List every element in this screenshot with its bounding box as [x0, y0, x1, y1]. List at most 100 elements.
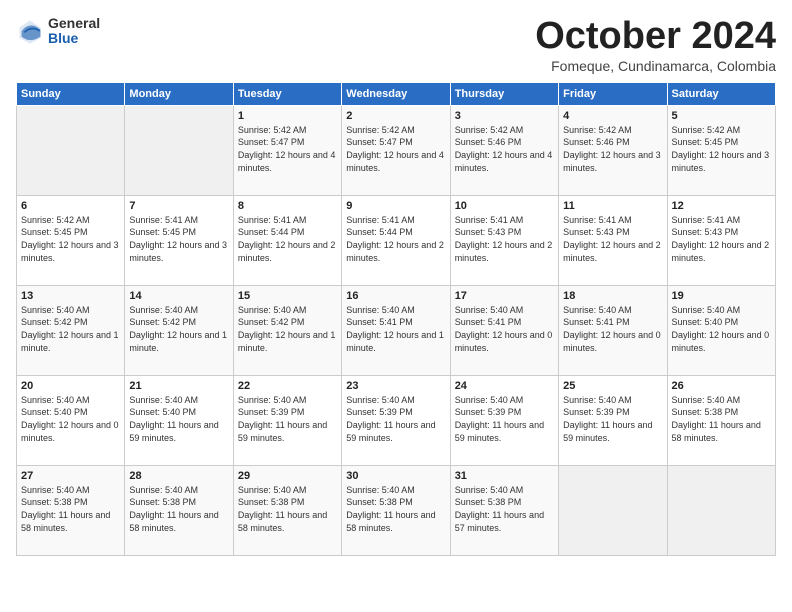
calendar-cell: 9 Sunrise: 5:41 AM Sunset: 5:44 PM Daylig…	[342, 195, 450, 285]
day-content: Sunrise: 5:42 AM Sunset: 5:47 PM Dayligh…	[238, 124, 337, 174]
weekday-header-thursday: Thursday	[450, 82, 558, 105]
day-content: Sunrise: 5:41 AM Sunset: 5:43 PM Dayligh…	[455, 214, 554, 264]
calendar-cell: 29 Sunrise: 5:40 AM Sunset: 5:38 PM Dayli…	[233, 465, 341, 555]
calendar-week-row: 20Sunrise: 5:40 AM Sunset: 5:40 PM Dayli…	[17, 375, 776, 465]
day-content: Sunrise: 5:40 AM Sunset: 5:40 PM Dayligh…	[21, 394, 120, 444]
day-number: 26	[672, 380, 771, 392]
day-content: Sunrise: 5:41 AM Sunset: 5:43 PM Dayligh…	[563, 214, 662, 264]
day-number: 16	[346, 290, 445, 302]
day-content: Sunrise: 5:40 AM Sunset: 5:38 PM Dayligh…	[672, 394, 771, 444]
day-content: Sunrise: 5:42 AM Sunset: 5:45 PM Dayligh…	[672, 124, 771, 174]
page-header: General Blue October 2024 Fomeque, Cundi…	[16, 16, 776, 74]
day-number: 14	[129, 290, 228, 302]
day-number: 13	[21, 290, 120, 302]
day-number: 2	[346, 110, 445, 122]
location-subtitle: Fomeque, Cundinamarca, Colombia	[535, 58, 776, 74]
logo-text: General Blue	[48, 16, 100, 47]
calendar-cell: 14 Sunrise: 5:40 AM Sunset: 5:42 PM Dayli…	[125, 285, 233, 375]
calendar-week-row: 6Sunrise: 5:42 AM Sunset: 5:45 PM Daylig…	[17, 195, 776, 285]
calendar-cell: 26 Sunrise: 5:40 AM Sunset: 5:38 PM Dayli…	[667, 375, 775, 465]
calendar-cell: 24 Sunrise: 5:40 AM Sunset: 5:39 PM Dayli…	[450, 375, 558, 465]
day-number: 22	[238, 380, 337, 392]
calendar-table: SundayMondayTuesdayWednesdayThursdayFrid…	[16, 82, 776, 556]
day-number: 18	[563, 290, 662, 302]
day-content: Sunrise: 5:40 AM Sunset: 5:40 PM Dayligh…	[129, 394, 228, 444]
calendar-cell: 7Sunrise: 5:41 AM Sunset: 5:45 PM Daylig…	[125, 195, 233, 285]
calendar-cell: 19 Sunrise: 5:40 AM Sunset: 5:40 PM Dayli…	[667, 285, 775, 375]
day-number: 28	[129, 470, 228, 482]
calendar-cell: 2 Sunrise: 5:42 AM Sunset: 5:47 PM Daylig…	[342, 105, 450, 195]
calendar-cell: 25 Sunrise: 5:40 AM Sunset: 5:39 PM Dayli…	[559, 375, 667, 465]
day-number: 11	[563, 200, 662, 212]
day-content: Sunrise: 5:40 AM Sunset: 5:39 PM Dayligh…	[346, 394, 445, 444]
day-content: Sunrise: 5:40 AM Sunset: 5:41 PM Dayligh…	[346, 304, 445, 354]
day-content: Sunrise: 5:40 AM Sunset: 5:38 PM Dayligh…	[238, 484, 337, 534]
calendar-cell: 16 Sunrise: 5:40 AM Sunset: 5:41 PM Dayli…	[342, 285, 450, 375]
day-content: Sunrise: 5:40 AM Sunset: 5:38 PM Dayligh…	[455, 484, 554, 534]
day-number: 7	[129, 200, 228, 212]
month-title: October 2024	[535, 16, 776, 58]
day-content: Sunrise: 5:42 AM Sunset: 5:46 PM Dayligh…	[563, 124, 662, 174]
day-number: 15	[238, 290, 337, 302]
calendar-cell: 15 Sunrise: 5:40 AM Sunset: 5:42 PM Dayli…	[233, 285, 341, 375]
day-content: Sunrise: 5:40 AM Sunset: 5:40 PM Dayligh…	[672, 304, 771, 354]
calendar-cell: 1 Sunrise: 5:42 AM Sunset: 5:47 PM Daylig…	[233, 105, 341, 195]
day-number: 25	[563, 380, 662, 392]
day-number: 24	[455, 380, 554, 392]
day-number: 21	[129, 380, 228, 392]
calendar-cell: 20Sunrise: 5:40 AM Sunset: 5:40 PM Dayli…	[17, 375, 125, 465]
calendar-cell: 18 Sunrise: 5:40 AM Sunset: 5:41 PM Dayli…	[559, 285, 667, 375]
day-content: Sunrise: 5:41 AM Sunset: 5:44 PM Dayligh…	[346, 214, 445, 264]
day-number: 30	[346, 470, 445, 482]
day-content: Sunrise: 5:40 AM Sunset: 5:42 PM Dayligh…	[238, 304, 337, 354]
calendar-cell: 17Sunrise: 5:40 AM Sunset: 5:41 PM Dayli…	[450, 285, 558, 375]
logo-general-text: General	[48, 16, 100, 31]
day-number: 27	[21, 470, 120, 482]
calendar-week-row: 1 Sunrise: 5:42 AM Sunset: 5:47 PM Daylig…	[17, 105, 776, 195]
calendar-cell	[559, 465, 667, 555]
day-number: 31	[455, 470, 554, 482]
weekday-header-saturday: Saturday	[667, 82, 775, 105]
weekday-header-wednesday: Wednesday	[342, 82, 450, 105]
day-content: Sunrise: 5:40 AM Sunset: 5:38 PM Dayligh…	[346, 484, 445, 534]
calendar-cell: 30 Sunrise: 5:40 AM Sunset: 5:38 PM Dayli…	[342, 465, 450, 555]
weekday-header-row: SundayMondayTuesdayWednesdayThursdayFrid…	[17, 82, 776, 105]
calendar-week-row: 13 Sunrise: 5:40 AM Sunset: 5:42 PM Dayli…	[17, 285, 776, 375]
logo: General Blue	[16, 16, 100, 47]
calendar-cell: 27Sunrise: 5:40 AM Sunset: 5:38 PM Dayli…	[17, 465, 125, 555]
day-number: 19	[672, 290, 771, 302]
day-number: 5	[672, 110, 771, 122]
weekday-header-friday: Friday	[559, 82, 667, 105]
calendar-cell: 3Sunrise: 5:42 AM Sunset: 5:46 PM Daylig…	[450, 105, 558, 195]
day-content: Sunrise: 5:42 AM Sunset: 5:47 PM Dayligh…	[346, 124, 445, 174]
day-content: Sunrise: 5:40 AM Sunset: 5:39 PM Dayligh…	[455, 394, 554, 444]
day-number: 6	[21, 200, 120, 212]
day-number: 8	[238, 200, 337, 212]
day-content: Sunrise: 5:41 AM Sunset: 5:43 PM Dayligh…	[672, 214, 771, 264]
day-number: 17	[455, 290, 554, 302]
weekday-header-sunday: Sunday	[17, 82, 125, 105]
calendar-cell: 12Sunrise: 5:41 AM Sunset: 5:43 PM Dayli…	[667, 195, 775, 285]
calendar-cell: 21 Sunrise: 5:40 AM Sunset: 5:40 PM Dayli…	[125, 375, 233, 465]
calendar-cell: 22Sunrise: 5:40 AM Sunset: 5:39 PM Dayli…	[233, 375, 341, 465]
weekday-header-monday: Monday	[125, 82, 233, 105]
day-number: 9	[346, 200, 445, 212]
calendar-cell: 11 Sunrise: 5:41 AM Sunset: 5:43 PM Dayli…	[559, 195, 667, 285]
weekday-header-tuesday: Tuesday	[233, 82, 341, 105]
day-number: 1	[238, 110, 337, 122]
title-block: October 2024 Fomeque, Cundinamarca, Colo…	[535, 16, 776, 74]
day-content: Sunrise: 5:40 AM Sunset: 5:38 PM Dayligh…	[129, 484, 228, 534]
day-number: 10	[455, 200, 554, 212]
calendar-cell: 6Sunrise: 5:42 AM Sunset: 5:45 PM Daylig…	[17, 195, 125, 285]
day-content: Sunrise: 5:40 AM Sunset: 5:42 PM Dayligh…	[21, 304, 120, 354]
day-content: Sunrise: 5:40 AM Sunset: 5:41 PM Dayligh…	[563, 304, 662, 354]
day-number: 23	[346, 380, 445, 392]
day-number: 3	[455, 110, 554, 122]
calendar-cell: 28 Sunrise: 5:40 AM Sunset: 5:38 PM Dayli…	[125, 465, 233, 555]
day-number: 4	[563, 110, 662, 122]
day-content: Sunrise: 5:40 AM Sunset: 5:39 PM Dayligh…	[563, 394, 662, 444]
day-content: Sunrise: 5:40 AM Sunset: 5:42 PM Dayligh…	[129, 304, 228, 354]
calendar-cell: 10 Sunrise: 5:41 AM Sunset: 5:43 PM Dayli…	[450, 195, 558, 285]
calendar-cell	[17, 105, 125, 195]
day-number: 29	[238, 470, 337, 482]
